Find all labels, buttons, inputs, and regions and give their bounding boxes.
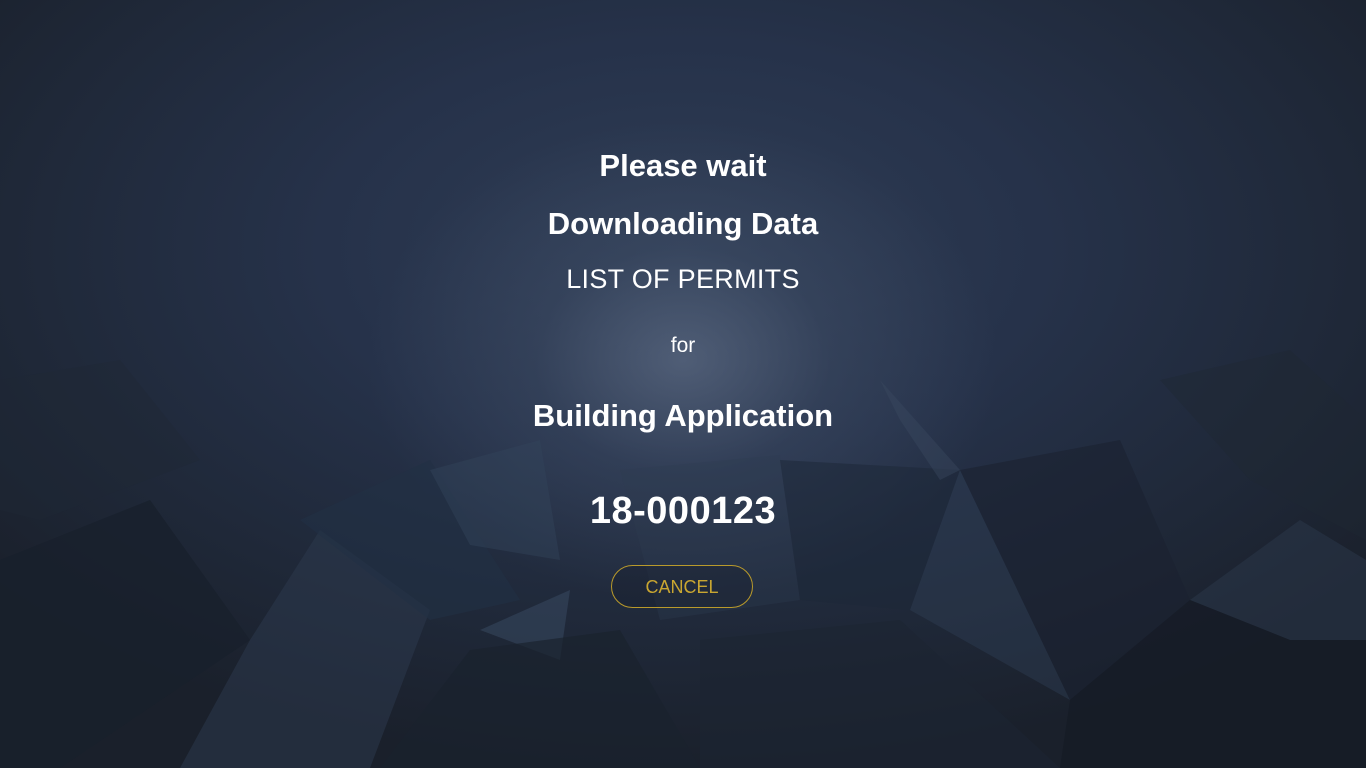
downloading-data-heading: Downloading Data <box>547 206 819 241</box>
cancel-button[interactable]: CANCEL <box>611 565 753 608</box>
application-type-label: Building Application <box>532 398 834 433</box>
please-wait-heading: Please wait <box>599 148 767 183</box>
application-number: 18-000123 <box>589 490 777 532</box>
loading-screen: Please wait Downloading Data LIST OF PER… <box>0 0 1366 768</box>
data-type-label: LIST OF PERMITS <box>566 264 800 294</box>
loading-message: Please wait Downloading Data LIST OF PER… <box>0 0 1366 768</box>
for-label: for <box>670 334 696 357</box>
